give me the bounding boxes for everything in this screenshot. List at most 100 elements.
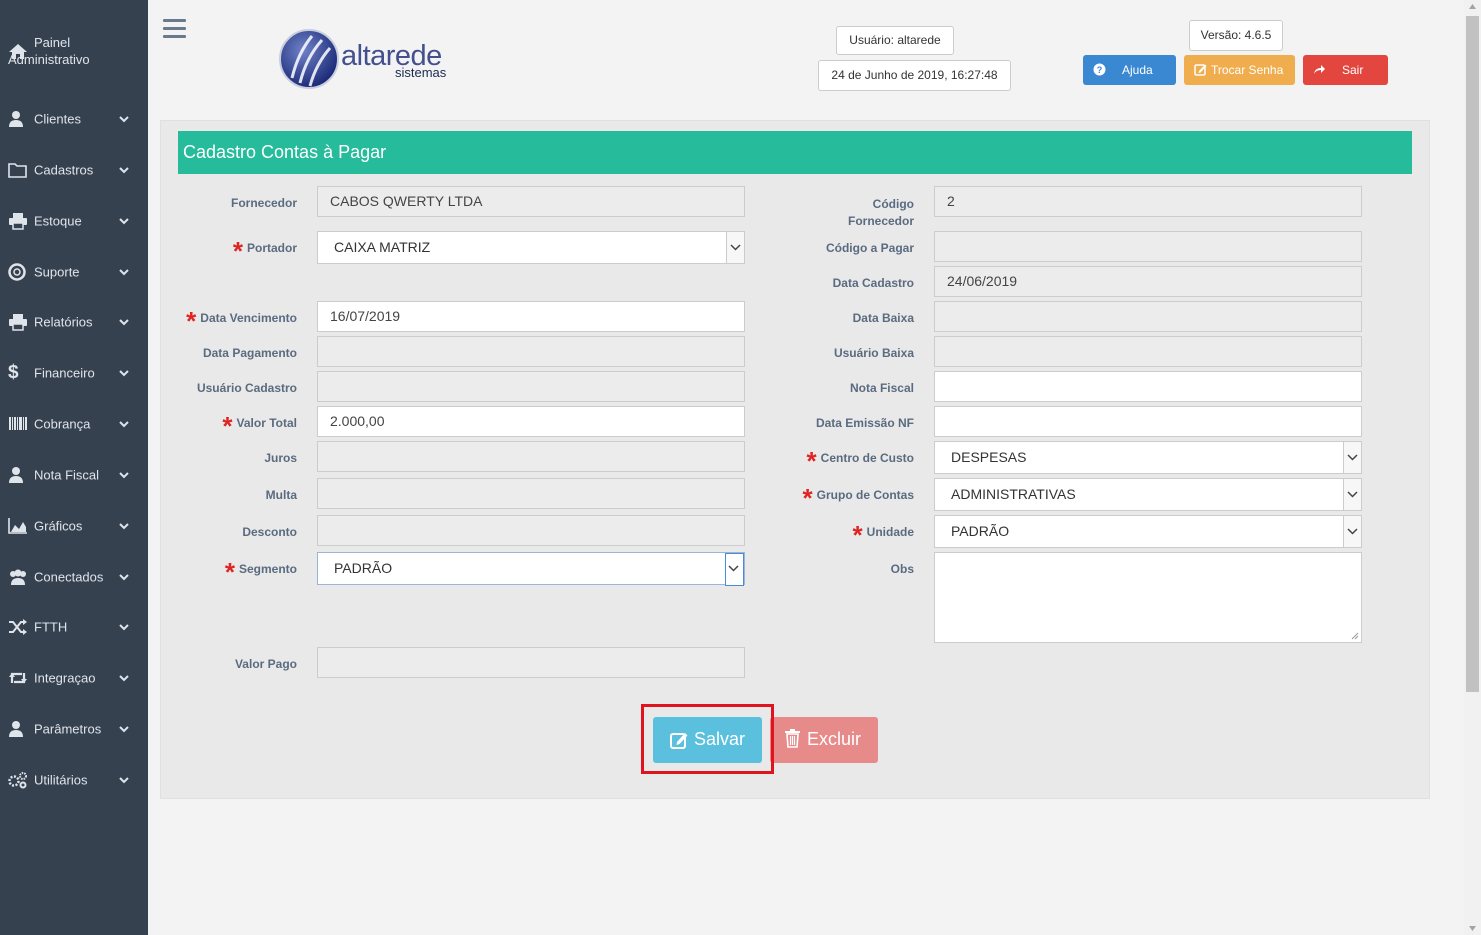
required-mark: * bbox=[186, 306, 197, 336]
codigo-fornecedor-field[interactable]: 2 bbox=[934, 186, 1362, 217]
usuario-baixa-field[interactable] bbox=[934, 336, 1362, 367]
fornecedor-field[interactable]: CABOS QWERTY LTDA bbox=[317, 186, 745, 217]
grupo-contas-select[interactable]: ADMINISTRATIVAS bbox=[934, 478, 1362, 511]
sidebar-item-label: Cadastros bbox=[34, 162, 94, 178]
desconto-field[interactable] bbox=[317, 515, 745, 546]
required-mark: * bbox=[806, 446, 817, 476]
datetime-info: 24 de Junho de 2019, 16:27:48 bbox=[818, 60, 1011, 91]
users-icon bbox=[10, 569, 26, 585]
juros-label: Juros bbox=[264, 451, 297, 465]
required-mark: * bbox=[802, 483, 813, 513]
logo: altarede sistemas bbox=[278, 26, 478, 92]
portador-label: * Portador bbox=[232, 236, 297, 266]
trash-icon bbox=[785, 729, 800, 748]
chevron-down-icon bbox=[119, 116, 129, 123]
save-highlight-box bbox=[641, 704, 774, 774]
chevron-down-icon bbox=[1343, 516, 1361, 547]
required-mark: * bbox=[222, 411, 233, 441]
scrollbar-thumb[interactable] bbox=[1466, 16, 1479, 692]
sidebar-item-integracao[interactable]: Integraçao bbox=[0, 656, 148, 700]
sidebar-item-financeiro[interactable]: $ Financeiro bbox=[0, 351, 148, 395]
data-cadastro-label: Data Cadastro bbox=[832, 276, 914, 290]
centro-custo-label: * Centro de Custo bbox=[806, 446, 914, 476]
folder-icon bbox=[8, 163, 27, 178]
valor-total-field[interactable]: 2.000,00 bbox=[317, 406, 745, 437]
exit-button[interactable]: Sair bbox=[1303, 55, 1388, 85]
print-icon bbox=[9, 213, 27, 230]
nota-fiscal-field[interactable] bbox=[934, 371, 1362, 402]
segmento-label: * Segmento bbox=[224, 557, 297, 587]
help-button-label: Ajuda bbox=[1122, 63, 1153, 77]
portador-select[interactable]: CAIXA MATRIZ bbox=[317, 231, 745, 264]
data-baixa-label: Data Baixa bbox=[852, 311, 914, 325]
menu-toggle-icon[interactable] bbox=[163, 19, 186, 38]
valor-pago-field[interactable] bbox=[317, 647, 745, 678]
scroll-down-icon[interactable] bbox=[1468, 925, 1477, 932]
barcode-icon bbox=[9, 417, 27, 430]
segmento-select[interactable]: PADRÃO bbox=[317, 552, 745, 586]
logo-globe-icon bbox=[279, 29, 339, 89]
sidebar-item-label: Clientes bbox=[34, 111, 81, 127]
unidade-label: * Unidade bbox=[852, 520, 914, 550]
sidebar-item-estoque[interactable]: Estoque bbox=[0, 199, 148, 243]
data-emissao-nf-field[interactable] bbox=[934, 406, 1362, 437]
usuario-baixa-label: Usuário Baixa bbox=[833, 346, 914, 360]
exit-button-label: Sair bbox=[1342, 63, 1364, 77]
version-info: Versão: 4.6.5 bbox=[1189, 20, 1283, 51]
multa-field[interactable] bbox=[317, 478, 745, 509]
codigo-pagar-field[interactable] bbox=[934, 231, 1362, 262]
change-password-button[interactable]: Trocar Senha bbox=[1184, 55, 1295, 85]
data-emissao-nf-label: Data Emissão NF bbox=[815, 416, 914, 430]
data-baixa-field[interactable] bbox=[934, 301, 1362, 332]
sidebar-item-label: Nota Fiscal bbox=[34, 467, 100, 483]
nota-fiscal-label: Nota Fiscal bbox=[849, 381, 914, 395]
chevron-down-icon bbox=[725, 553, 744, 586]
sidebar-item-suporte[interactable]: Suporte bbox=[0, 250, 148, 294]
obs-textarea[interactable] bbox=[934, 552, 1362, 643]
chevron-down-icon bbox=[119, 574, 129, 581]
sidebar-item-parametros[interactable]: Parâmetros bbox=[0, 707, 148, 751]
delete-button[interactable]: Excluir bbox=[770, 717, 878, 763]
random-icon bbox=[9, 619, 27, 635]
scroll-up-icon[interactable] bbox=[1468, 3, 1477, 10]
sidebar-item-relatorios[interactable]: Relatórios bbox=[0, 300, 148, 344]
chevron-down-icon bbox=[119, 777, 129, 784]
data-pagamento-field[interactable] bbox=[317, 336, 745, 367]
data-vencimento-label: * Data Vencimento bbox=[186, 306, 297, 336]
centro-custo-select[interactable]: DESPESAS bbox=[934, 441, 1362, 474]
sidebar-item-conectados[interactable]: Conectados bbox=[0, 555, 148, 599]
chevron-down-icon bbox=[119, 370, 129, 377]
sidebar-item-cadastros[interactable]: Cadastros bbox=[0, 148, 148, 192]
grupo-contas-label: * Grupo de Contas bbox=[802, 483, 914, 513]
data-cadastro-field[interactable]: 24/06/2019 bbox=[934, 266, 1362, 297]
sidebar-item-graficos[interactable]: Gráficos bbox=[0, 504, 148, 548]
sidebar-item-clientes[interactable]: Clientes bbox=[0, 97, 148, 141]
help-button[interactable]: ? Ajuda bbox=[1083, 55, 1176, 85]
chevron-down-icon bbox=[119, 472, 129, 479]
sidebar-item-label: Conectados bbox=[34, 569, 104, 585]
user-icon bbox=[9, 467, 23, 483]
logo-subtext: sistemas bbox=[395, 65, 447, 80]
sidebar-item-label: Relatórios bbox=[34, 314, 93, 330]
chevron-down-icon bbox=[119, 726, 129, 733]
chevron-down-icon bbox=[119, 624, 129, 631]
sidebar-item-nota-fiscal[interactable]: Nota Fiscal bbox=[0, 453, 148, 497]
sidebar-item-label: Integraçao bbox=[34, 670, 96, 686]
usuario-cadastro-field[interactable] bbox=[317, 371, 745, 402]
change-password-label: Trocar Senha bbox=[1211, 63, 1284, 77]
question-circle-icon: ? bbox=[1093, 63, 1106, 76]
sidebar-item-painel[interactable]: Painel Administrativo bbox=[0, 0, 148, 88]
data-vencimento-field[interactable]: 16/07/2019 bbox=[317, 301, 745, 332]
lifebuoy-icon bbox=[8, 263, 26, 281]
svg-text:?: ? bbox=[1097, 65, 1103, 75]
multa-label: Multa bbox=[265, 488, 297, 502]
resize-grip-icon[interactable] bbox=[1350, 631, 1359, 640]
unidade-select[interactable]: PADRÃO bbox=[934, 515, 1362, 548]
chevron-down-icon bbox=[1343, 479, 1361, 510]
sidebar-item-cobranca[interactable]: Cobrança bbox=[0, 402, 148, 446]
user-icon bbox=[9, 111, 23, 127]
sidebar-item-utilitarios[interactable]: Utilitários bbox=[0, 758, 148, 802]
sidebar-item-ftth[interactable]: FTTH bbox=[0, 605, 148, 649]
sidebar-item-label: Utilitários bbox=[34, 772, 88, 788]
juros-field[interactable] bbox=[317, 441, 745, 472]
